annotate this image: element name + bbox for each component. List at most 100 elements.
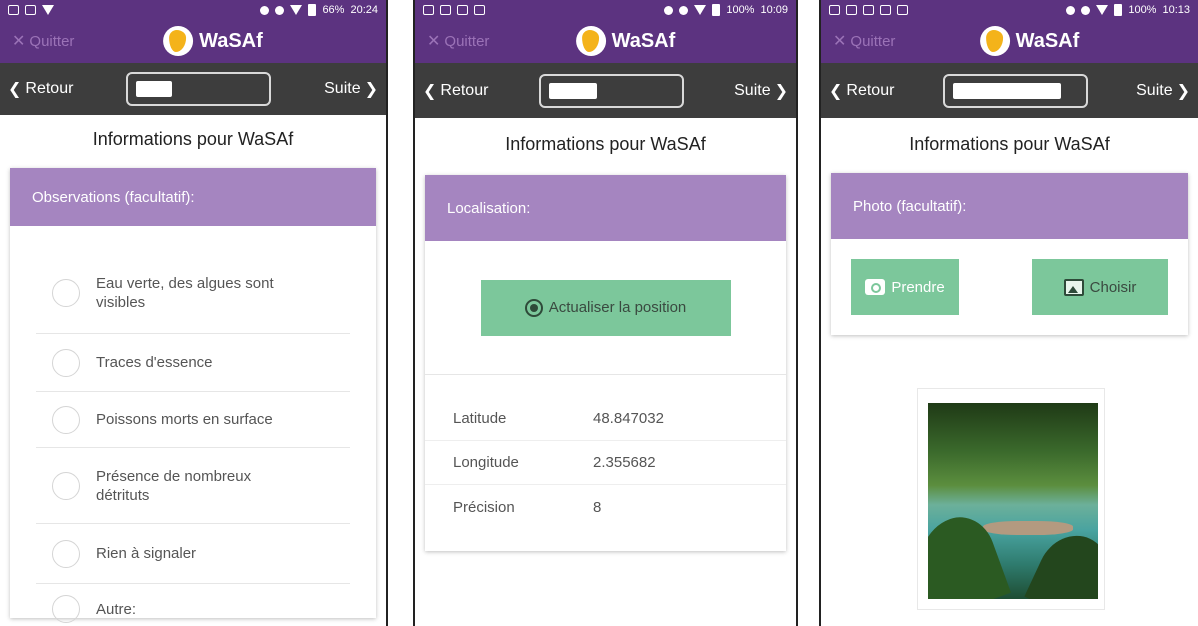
next-button[interactable]: Suite ❯: [1136, 81, 1190, 101]
phone-screen-location: 100% 10:09 ✕ Quitter WaSAf ❮ Retour Suit…: [413, 0, 798, 626]
chevron-left-icon: ❮: [8, 81, 22, 98]
chat-icon: [829, 5, 840, 15]
choose-photo-button[interactable]: Choisir: [1032, 259, 1168, 315]
update-position-area: Actualiser la position: [425, 241, 786, 375]
take-photo-button[interactable]: Prendre: [851, 259, 959, 315]
phone-screen-photo: 100% 10:13 ✕ Quitter WaSAf ❮ Retour Suit…: [819, 0, 1198, 626]
facebook-icon: [474, 5, 485, 15]
nav-bar: ❮ Retour Suite ❯: [415, 63, 796, 118]
battery-icon: [712, 4, 721, 16]
app-brand: WaSAf: [979, 26, 1080, 56]
battery-level: 100%: [726, 4, 755, 16]
radio-button[interactable]: [52, 539, 80, 568]
list-item[interactable]: Eau verte, des algues sont visibles: [36, 252, 350, 334]
app-title: WaSAf: [199, 29, 263, 52]
photo-buttons: Prendre Choisir: [831, 239, 1188, 335]
wifi-icon: [1096, 5, 1109, 15]
wifi-icon: [290, 5, 303, 15]
list-item[interactable]: Poissons morts en surface: [36, 392, 350, 448]
list-item[interactable]: Traces d'essence: [36, 334, 350, 392]
close-icon: ✕: [12, 33, 26, 50]
window-icon: [880, 5, 891, 15]
radio-button[interactable]: [52, 405, 80, 434]
app-header: ✕ Quitter WaSAf: [415, 20, 796, 63]
radio-button[interactable]: [52, 278, 80, 307]
location-icon: [1066, 5, 1076, 15]
window-icon: [8, 5, 19, 15]
app-brand: WaSAf: [575, 26, 676, 56]
download-icon: [863, 5, 874, 15]
section-title: Observations (facultatif):: [10, 168, 376, 226]
progress-field: [126, 72, 272, 106]
status-bar: 100% 10:13: [821, 0, 1198, 20]
photo-preview: [917, 388, 1105, 610]
table-row: Latitude 48.847032: [425, 397, 786, 441]
section-title: Localisation:: [425, 175, 786, 241]
chevron-right-icon: ❯: [364, 81, 378, 98]
dnd-icon: [1081, 5, 1091, 15]
dnd-icon: [679, 5, 689, 15]
update-position-button[interactable]: Actualiser la position: [480, 279, 731, 336]
clock: 10:09: [760, 4, 788, 16]
next-button[interactable]: Suite ❯: [324, 79, 378, 99]
chevron-right-icon: ❯: [774, 82, 788, 100]
window-icon: [440, 5, 451, 15]
clock: 10:13: [1162, 4, 1190, 16]
location-icon: [260, 5, 270, 15]
radio-button[interactable]: [52, 471, 80, 500]
list-item[interactable]: Présence de nombreux détrituts: [36, 448, 350, 524]
africa-logo-icon: [575, 26, 606, 56]
photo-card: Photo (facultatif): Prendre Choisir: [831, 173, 1188, 335]
app-header: ✕ Quitter WaSAf: [821, 20, 1198, 63]
list-item[interactable]: Rien à signaler: [36, 524, 350, 584]
facebook-icon: [897, 5, 908, 15]
africa-logo-icon: [979, 26, 1010, 56]
radio-button[interactable]: [52, 348, 80, 377]
app-title: WaSAf: [611, 29, 676, 52]
battery-icon: [308, 4, 317, 16]
app-title: WaSAf: [1015, 29, 1080, 52]
coordinates-table: Latitude 48.847032 Longitude 2.355682 Pr…: [425, 375, 786, 529]
observations-list: Eau verte, des algues sont visibles Trac…: [10, 226, 376, 626]
next-button[interactable]: Suite ❯: [734, 81, 788, 101]
gallery-icon: [1063, 278, 1084, 296]
quit-button[interactable]: ✕ Quitter: [12, 31, 74, 51]
list-item[interactable]: Autre:: [36, 584, 350, 626]
observations-card: Observations (facultatif): Eau verte, de…: [10, 168, 376, 623]
section-title: Photo (facultatif):: [831, 173, 1188, 239]
download-icon: [457, 5, 468, 15]
gps-target-icon: [524, 298, 543, 317]
status-bar: 66% 20:24: [0, 0, 386, 20]
phone-screen-observations: 66% 20:24 ✕ Quitter WaSAf ❮ Retour Suite…: [0, 0, 388, 626]
progress-field: [538, 73, 684, 108]
camera-icon: [865, 279, 886, 295]
table-row: Précision 8: [453, 498, 602, 516]
sync-icon: [275, 5, 285, 15]
battery-icon: [1114, 4, 1123, 16]
app-header: ✕ Quitter WaSAf: [0, 20, 386, 63]
wifi-icon: [694, 5, 707, 15]
page-title: Informations pour WaSAf: [505, 134, 706, 154]
location-card: Localisation: Actualiser la position Lat…: [425, 175, 786, 551]
back-button[interactable]: ❮ Retour: [423, 81, 488, 101]
chevron-right-icon: ❯: [1176, 82, 1190, 100]
image-icon: [846, 5, 857, 15]
app-brand: WaSAf: [163, 26, 263, 56]
back-button[interactable]: ❮ Retour: [829, 81, 894, 101]
page-title: Informations pour WaSAf: [909, 134, 1110, 154]
status-bar: 100% 10:09: [415, 0, 796, 20]
back-button[interactable]: ❮ Retour: [8, 79, 73, 99]
progress-field: [942, 73, 1088, 108]
radio-button[interactable]: [52, 595, 80, 623]
chevron-left-icon: ❮: [829, 82, 843, 100]
chevron-left-icon: ❮: [423, 82, 437, 100]
battery-level: 100%: [1128, 4, 1157, 16]
close-icon: ✕: [833, 33, 847, 50]
play-icon: [42, 5, 54, 15]
clock: 20:24: [350, 4, 378, 16]
close-icon: ✕: [427, 33, 441, 50]
image-icon: [423, 5, 434, 15]
quit-button[interactable]: ✕ Quitter: [427, 31, 489, 51]
nav-bar: ❮ Retour Suite ❯: [821, 63, 1198, 118]
quit-button[interactable]: ✕ Quitter: [833, 31, 895, 51]
